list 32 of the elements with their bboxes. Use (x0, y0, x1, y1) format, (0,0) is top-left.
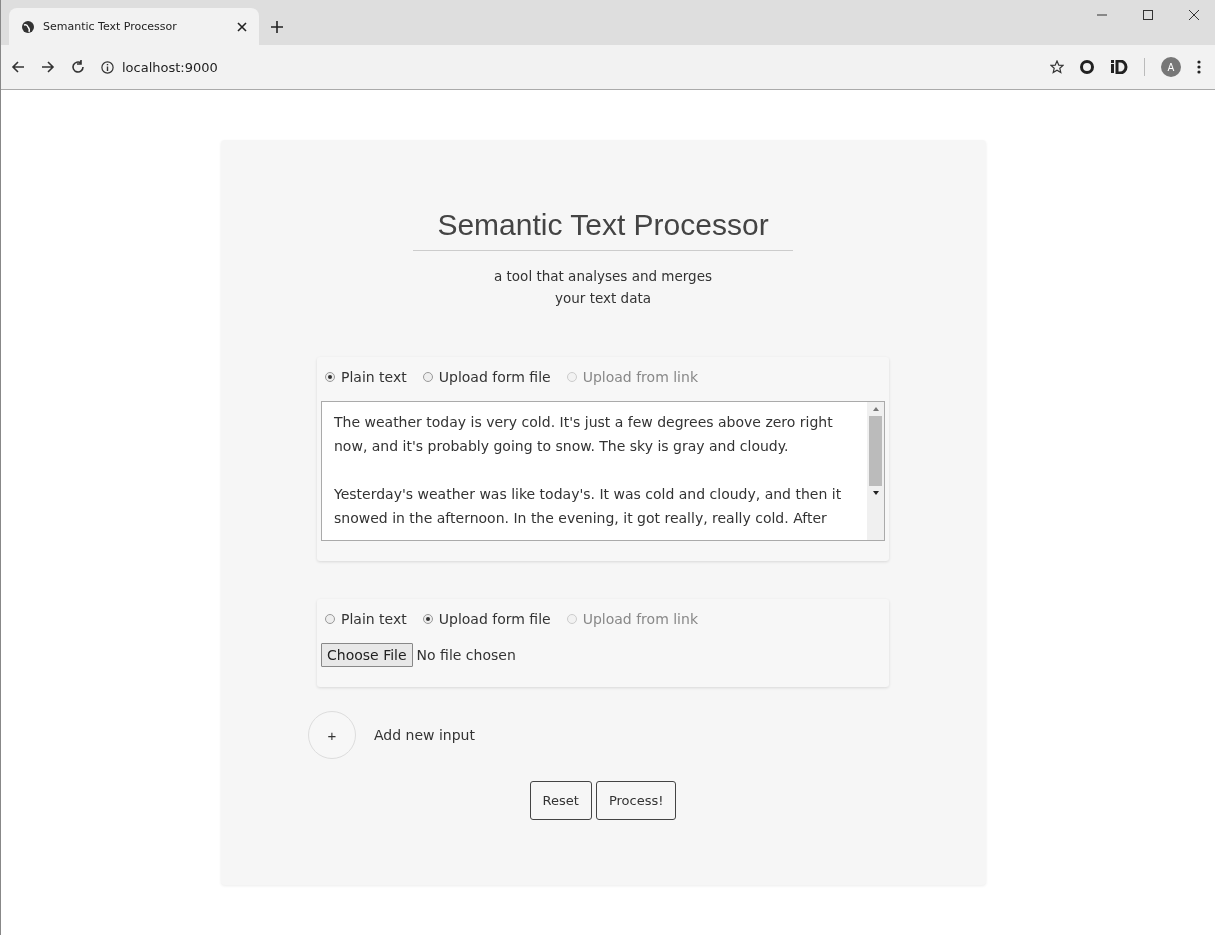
forward-icon[interactable] (41, 60, 55, 74)
choose-file-button[interactable]: Choose File (321, 643, 413, 667)
new-tab-icon[interactable] (271, 21, 283, 33)
maximize-icon[interactable] (1143, 10, 1153, 20)
close-icon[interactable] (1189, 10, 1199, 20)
add-input-label: Add new input (374, 727, 475, 743)
extension-icon[interactable] (1080, 60, 1094, 74)
radio-option[interactable]: Upload form file (422, 611, 551, 627)
profile-avatar[interactable]: A (1161, 57, 1181, 77)
text-area[interactable] (321, 401, 885, 541)
menu-icon[interactable] (1197, 60, 1201, 74)
scroll-up-icon[interactable] (871, 406, 880, 412)
text-paragraph: Yesterday's weather was like today's. It was cold and cloudy, and then it snowed in the afternoon. In the evening, it got really, really cold. After (334, 485, 843, 528)
back-icon[interactable] (11, 60, 25, 74)
extension-icon[interactable] (1110, 60, 1128, 74)
radio-option[interactable]: Plain text (325, 369, 407, 385)
reload-icon[interactable] (71, 60, 85, 74)
scroll-down-icon[interactable] (871, 490, 880, 496)
action-button[interactable]: Reset (529, 781, 592, 820)
file-status: No file chosen (416, 647, 516, 663)
info-icon (101, 60, 114, 74)
star-icon[interactable] (1050, 60, 1064, 74)
add-button[interactable]: + (308, 711, 356, 759)
browser-tab[interactable]: Semantic Text Processor (9, 8, 259, 45)
radio-option[interactable]: Plain text (325, 611, 407, 627)
page-subtitle: a tool that analyses and merges your text data (494, 267, 712, 308)
scrollbar[interactable] (867, 402, 884, 540)
text-paragraph: The weather today is very cold. It's just a few degrees above zero right now, and it's probably going to snow. The sky is gray and cloudy. (334, 413, 834, 456)
radio-option[interactable]: Upload form file (422, 369, 551, 385)
page-title: Semantic Text Processor (413, 208, 793, 251)
action-button[interactable]: Process! (595, 781, 677, 820)
close-icon[interactable] (237, 21, 247, 32)
